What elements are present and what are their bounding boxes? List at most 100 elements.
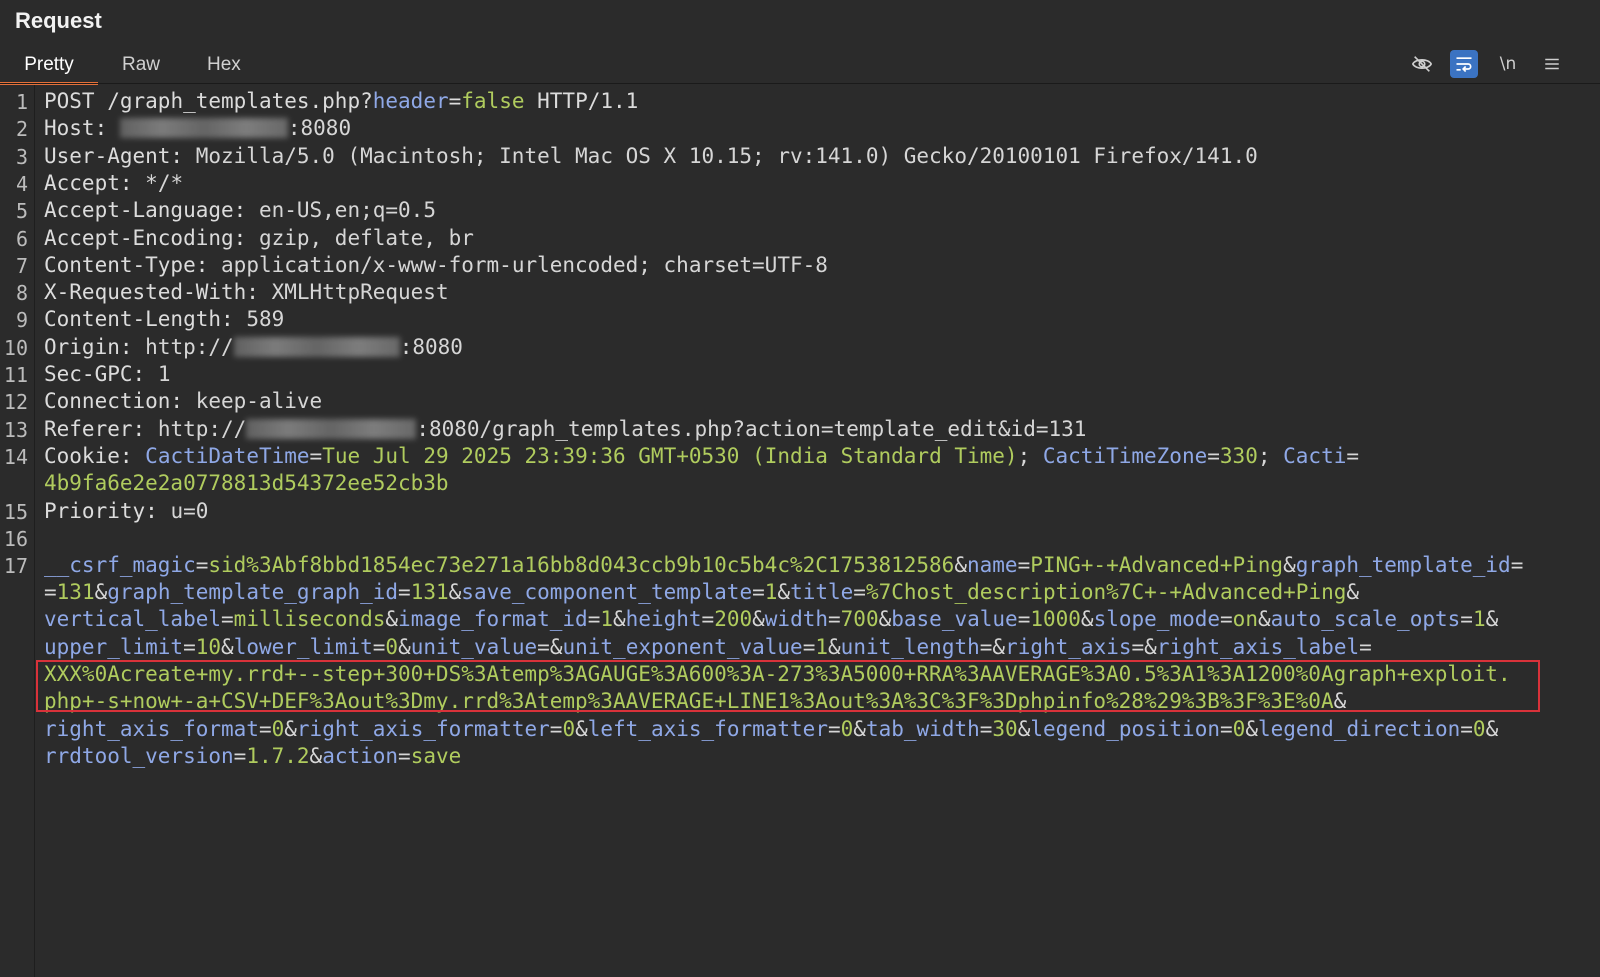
param-value: 1 — [815, 635, 829, 659]
line-number: 2 — [15, 117, 28, 141]
query-param-name: header — [372, 89, 449, 113]
header-value: :8080 — [287, 116, 352, 140]
body-params-line: upper_limit=10&lower_limit=0&unit_value=… — [44, 635, 1372, 659]
http-version: HTTP/1.1 — [537, 89, 639, 113]
param-value: 1 — [600, 607, 614, 631]
body-params-line: =131&graph_template_graph_id=131&save_co… — [44, 580, 1360, 604]
param-value: 131 — [410, 580, 449, 604]
wrap-lines-icon[interactable] — [1450, 50, 1478, 78]
param-name: auto_scale_opts — [1270, 607, 1461, 631]
param-name: slope_mode — [1093, 607, 1221, 631]
param-value: 10 — [195, 635, 222, 659]
tab-divider — [0, 83, 1600, 84]
line-number: 9 — [15, 308, 28, 332]
header-name: Content-Length: — [44, 307, 234, 331]
param-name: right_axis_formatter — [296, 717, 550, 741]
cookie-name: Cacti — [1283, 444, 1347, 468]
line-number: 14 — [3, 445, 28, 469]
param-value: 30 — [992, 717, 1018, 741]
line-number: 13 — [3, 418, 28, 442]
param-name: right_axis — [1005, 635, 1132, 659]
eye-off-icon[interactable] — [1408, 50, 1436, 78]
param-name: title — [790, 580, 854, 604]
param-value: sid%3Abf8bbd1854ec73e271a16bb8d043ccb9b1… — [208, 553, 955, 577]
header-content-type: Content-Type: application/x-www-form-url… — [44, 252, 828, 279]
param-name: left_axis_formatter — [587, 717, 828, 741]
param-name: unit_value — [410, 635, 538, 659]
line-number: 4 — [15, 172, 28, 196]
header-connection: Connection: keep-alive — [44, 388, 322, 415]
cookie-name: CactiTimeZone — [1042, 444, 1208, 468]
payload-highlight-box — [36, 660, 1540, 712]
line-number: 15 — [3, 500, 28, 524]
http-method: POST — [44, 89, 95, 113]
param-value: milliseconds — [233, 607, 386, 631]
header-value: keep-alive — [195, 389, 323, 413]
header-value: en-US,en;q=0.5 — [258, 198, 436, 222]
header-value: application/x-www-form-urlencoded; chars… — [221, 253, 828, 277]
header-value: */* — [145, 171, 184, 195]
param-value: 0 — [1232, 717, 1246, 741]
query-param-value: false — [461, 89, 525, 113]
param-value: 1.7.2 — [246, 744, 310, 768]
param-name: lower_limit — [233, 635, 373, 659]
header-value: Mozilla/5.0 (Macintosh; Intel Mac OS X 1… — [195, 144, 1258, 168]
line-number: 7 — [15, 254, 28, 278]
header-value: 1 — [157, 362, 171, 386]
menu-icon[interactable] — [1538, 50, 1566, 78]
tab-raw[interactable]: Raw — [122, 48, 160, 82]
param-name: right_axis_label — [1156, 635, 1360, 659]
header-value: http:// — [145, 335, 234, 359]
param-name: tab_width — [865, 717, 980, 741]
header-sec-gpc: Sec-GPC: 1 — [44, 361, 170, 388]
line-number: 12 — [3, 390, 28, 414]
line-number: 10 — [3, 336, 28, 360]
param-value: 1000 — [1030, 607, 1081, 631]
redacted-host — [246, 419, 417, 439]
header-user-agent: User-Agent: Mozilla/5.0 (Macintosh; Inte… — [44, 143, 1258, 170]
line-number: 16 — [3, 527, 28, 551]
param-value: on — [1232, 607, 1258, 631]
line-number: 8 — [15, 281, 28, 305]
param-name: base_value — [891, 607, 1018, 631]
request-editor[interactable]: 1 2 3 4 5 6 7 8 9 10 11 12 13 14 15 16 1… — [0, 88, 1600, 977]
param-value: 0 — [562, 717, 576, 741]
header-value: :8080 — [399, 335, 463, 359]
body-params-line: rrdtool_version=1.7.2&action=save — [44, 744, 462, 768]
header-value: 589 — [246, 307, 285, 331]
param-name: graph_template_graph_id — [107, 580, 399, 604]
redacted-host — [119, 118, 288, 138]
header-cookie-cont: 4b9fa6e2e2a0778813d54372ee52cb3b — [44, 470, 449, 497]
header-name: Origin: — [44, 335, 133, 359]
param-value: 1 — [764, 580, 778, 604]
request-path: /graph_templates.php? — [107, 89, 373, 113]
query-eq: = — [448, 89, 462, 113]
param-name: height — [625, 607, 702, 631]
header-name: Content-Type: — [44, 253, 209, 277]
param-value: %7Chost_description%7C+-+Advanced+Ping — [865, 580, 1347, 604]
newline-icon[interactable]: \n — [1494, 50, 1522, 78]
header-referer: Referer: http://:8080/graph_templates.ph… — [44, 416, 1086, 443]
header-name: Host: — [44, 116, 108, 140]
line-number: 11 — [3, 363, 28, 387]
param-name: __csrf_magic — [44, 553, 196, 577]
param-value: 131 — [56, 580, 95, 604]
body-params-line: right_axis_format=0&right_axis_formatter… — [44, 717, 1499, 741]
header-name: Accept: — [44, 171, 133, 195]
param-name: action — [322, 744, 399, 768]
header-value: http:// — [157, 417, 247, 441]
line-number: 6 — [15, 227, 28, 251]
header-x-requested-with: X-Requested-With: XMLHttpRequest — [44, 279, 449, 306]
param-name: image_format_id — [398, 607, 588, 631]
header-value: :8080/graph_templates.php?action=templat… — [416, 417, 1087, 441]
param-name: vertical_label — [44, 607, 222, 631]
tab-hex[interactable]: Hex — [207, 48, 241, 82]
header-accept: Accept: */* — [44, 170, 183, 197]
cookie-value: 330 — [1219, 444, 1258, 468]
param-name: width — [764, 607, 828, 631]
tab-pretty[interactable]: Pretty — [0, 48, 98, 85]
cookie-name: CactiDateTime — [145, 444, 310, 468]
param-name: legend_direction — [1257, 717, 1461, 741]
header-name: Connection: — [44, 389, 184, 413]
header-value: gzip, deflate, br — [258, 226, 474, 250]
